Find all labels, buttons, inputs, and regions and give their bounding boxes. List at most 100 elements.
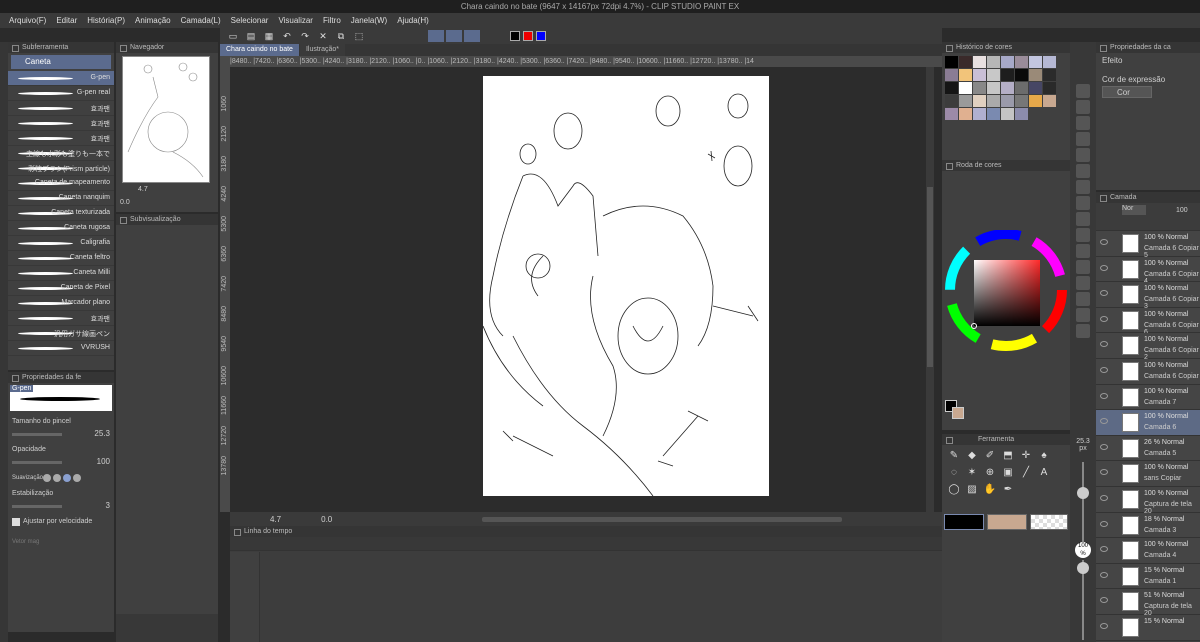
color-history-swatch[interactable] [959, 56, 972, 68]
open-icon[interactable]: ▤ [243, 29, 259, 44]
line-icon[interactable]: ╱ [1018, 465, 1034, 480]
vtool-2-icon[interactable] [1076, 100, 1090, 114]
layer-row[interactable]: 100 % Normal Camada 7 [1096, 384, 1200, 411]
eye-icon[interactable] [1100, 366, 1108, 373]
layer-row[interactable]: 100 % Normal Camada 4 [1096, 538, 1200, 564]
layer-row[interactable]: 100 % Normal Camada 6 Copiar 5 [1096, 231, 1200, 259]
smoothing-option-3[interactable] [63, 474, 71, 482]
color-history-swatch[interactable] [945, 69, 958, 81]
fill-icon[interactable]: ⬒ [1000, 448, 1016, 463]
eye-icon[interactable] [1100, 443, 1108, 450]
color-history-swatch[interactable] [1001, 82, 1014, 94]
eye-icon[interactable] [1100, 290, 1108, 297]
layer-row[interactable]: 100 % Normal Camada 6 Copiar [1096, 358, 1200, 385]
layer-row[interactable]: 18 % Normal Camada 3 [1096, 512, 1200, 539]
color-history-swatch[interactable] [1029, 95, 1042, 107]
color-history-swatch[interactable] [945, 95, 958, 107]
color-history-swatch[interactable] [959, 69, 972, 81]
vtool-16-icon[interactable] [1076, 324, 1090, 338]
stabilization-slider[interactable] [12, 504, 62, 508]
frame-icon[interactable]: ▣ [1000, 465, 1016, 480]
color-history-swatch[interactable] [987, 82, 1000, 94]
color-history-swatch[interactable] [945, 108, 958, 120]
brush-item[interactable]: Caneta Milli [8, 266, 114, 281]
brush-size-right-value[interactable]: 25.3 [1070, 438, 1096, 445]
layer-row[interactable]: 51 % Normal Captura de tela 20 [1096, 589, 1200, 617]
menu-animation[interactable]: Animação [135, 16, 171, 25]
snap-ruler-icon[interactable] [446, 30, 462, 42]
menu-layer[interactable]: Camada(L) [181, 16, 221, 25]
text-icon[interactable]: A [1036, 465, 1052, 480]
canvas-zoom-value[interactable]: 4.7 [270, 515, 281, 524]
color-history-swatch[interactable] [987, 95, 1000, 107]
color-history-swatch[interactable] [1043, 82, 1056, 94]
vtool-4-icon[interactable] [1076, 132, 1090, 146]
brush-item[interactable]: Marcador plano [8, 296, 114, 311]
canvas-vscrollbar[interactable] [926, 67, 934, 512]
eyedropper-icon[interactable]: ✒ [1000, 482, 1016, 497]
smoothing-option-2[interactable] [53, 474, 61, 482]
layer-row[interactable]: 100 % Normal Camada 6 Copiar 6 [1096, 307, 1200, 336]
canvas-hscrollbar[interactable] [482, 516, 843, 522]
color-history-swatch[interactable] [945, 82, 958, 94]
stabilization-value[interactable]: 3 [106, 500, 110, 512]
canvas-rotation-value[interactable]: 0.0 [321, 515, 332, 524]
eye-icon[interactable] [1100, 341, 1108, 348]
opacity-value[interactable]: 100 [97, 456, 110, 468]
layer-row[interactable]: 100 % Normal Camada 6 Copiar 2 [1096, 333, 1200, 361]
color-history-swatch[interactable] [1001, 108, 1014, 120]
brush-size-value[interactable]: 25.3 [94, 428, 110, 440]
eye-icon[interactable] [1100, 315, 1108, 322]
brush-item[interactable]: 효과팬 [8, 131, 114, 146]
color-history-swatch[interactable] [987, 56, 1000, 68]
brush-item[interactable]: Caneta de Pixel [8, 281, 114, 296]
save-icon[interactable]: ▦ [261, 29, 277, 44]
brush-item[interactable]: 主線も水彩も塗りも一本で [8, 146, 114, 161]
speed-checkbox[interactable] [12, 518, 20, 526]
lasso-icon[interactable]: ◌ [946, 465, 962, 480]
move-icon[interactable]: ⊕ [982, 465, 998, 480]
new-icon[interactable]: ▭ [225, 29, 241, 44]
main-color-bar[interactable] [944, 514, 984, 530]
color-history-swatch[interactable] [1015, 95, 1028, 107]
clear-icon[interactable]: ✕ [315, 29, 331, 44]
sub-color-swatch[interactable] [952, 407, 964, 419]
brush-size-vslider-thumb[interactable] [1077, 487, 1089, 499]
ruler-icon[interactable]: ▨ [964, 482, 980, 497]
vtool-9-icon[interactable] [1076, 212, 1090, 226]
navigator-zoom[interactable]: 4.7 [138, 186, 148, 193]
menu-story[interactable]: História(P) [87, 16, 125, 25]
color-history-swatch[interactable] [973, 56, 986, 68]
eye-icon[interactable] [1100, 546, 1108, 553]
brush-item[interactable]: G-pen [8, 71, 114, 86]
brush-item[interactable]: G-pen real [8, 86, 114, 101]
color-red-icon[interactable] [523, 31, 533, 41]
vtool-14-icon[interactable] [1076, 292, 1090, 306]
canvas-area[interactable] [230, 67, 934, 512]
vtool-8-icon[interactable] [1076, 196, 1090, 210]
layer-row[interactable]: 26 % Normal Camada 5 [1096, 435, 1200, 462]
color-history-swatch[interactable] [1015, 69, 1028, 81]
tab-ilustracao[interactable]: Ilustração* [299, 44, 346, 56]
vtool-5-icon[interactable] [1076, 148, 1090, 162]
eye-icon[interactable] [1100, 622, 1108, 629]
vtool-10-icon[interactable] [1076, 228, 1090, 242]
color-history-swatch[interactable] [959, 108, 972, 120]
brush-item[interactable]: Caneta feltro [8, 251, 114, 266]
pen-icon[interactable]: ✎ [946, 448, 962, 463]
brush-item[interactable]: Caneta rugosa [8, 221, 114, 236]
eye-icon[interactable] [1100, 392, 1108, 399]
color-history-swatch[interactable] [973, 69, 986, 81]
tab-chara[interactable]: Chara caindo no bate [220, 44, 299, 56]
brush-item[interactable]: Caligrafia [8, 236, 114, 251]
eraser-icon[interactable]: ◆ [964, 448, 980, 463]
vtool-11-icon[interactable] [1076, 244, 1090, 258]
color-blue-icon[interactable] [536, 31, 546, 41]
brush-item[interactable]: 효과팬 [8, 311, 114, 326]
transparent-color-bar[interactable] [1030, 514, 1068, 530]
color-history-swatch[interactable] [1029, 56, 1042, 68]
menu-filter[interactable]: Filtro [323, 16, 341, 25]
color-history-swatch[interactable] [1029, 82, 1042, 94]
eye-icon[interactable] [1100, 597, 1108, 604]
color-history-swatch[interactable] [1043, 69, 1056, 81]
